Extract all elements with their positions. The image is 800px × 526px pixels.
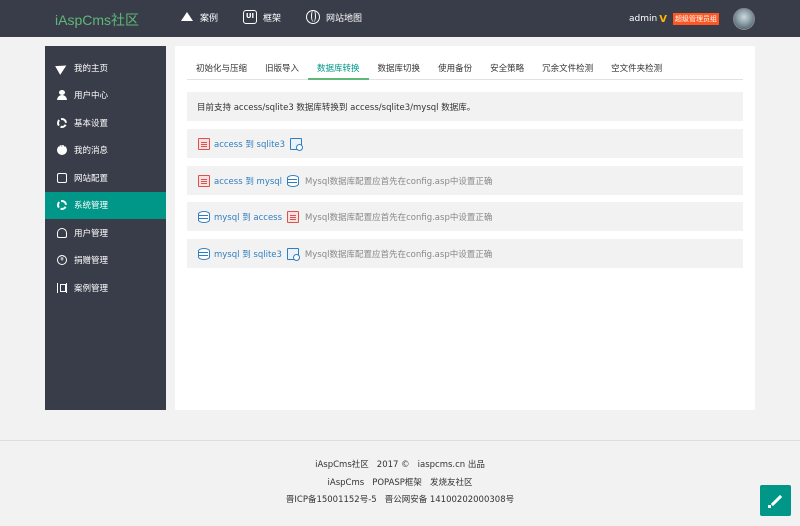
tab-db-convert[interactable]: 数据库转换	[308, 58, 369, 80]
tab-security[interactable]: 安全策略	[481, 58, 533, 80]
main-panel: 初始化与压缩 旧版导入 数据库转换 数据库切换 使用备份 安全策略 冗余文件检测…	[175, 46, 755, 410]
sidebar-item-messages[interactable]: 我的消息	[45, 137, 166, 165]
mysql-config-note: Mysql数据库配置应首先在config.asp中设置正确	[305, 176, 493, 187]
sqlite-db-icon	[290, 137, 304, 151]
sidebar-item-donation-management[interactable]: ¥ 捐赠管理	[45, 247, 166, 275]
nav-label: 框架	[263, 13, 282, 24]
nav-label: 网站地图	[326, 13, 363, 24]
sidebar-item-label: 捐赠管理	[74, 256, 109, 267]
vip-icon: V	[659, 13, 667, 25]
tab-empty-folders[interactable]: 空文件夹检测	[602, 58, 671, 80]
sidebar-item-site-config[interactable]: 网站配置	[45, 164, 166, 192]
conversion-row: mysql 到 access Mysql数据库配置应首先在config.asp中…	[187, 202, 743, 231]
sidebar-item-label: 用户管理	[74, 228, 109, 239]
conversion-row: mysql 到 sqlite3 Mysql数据库配置应首先在config.asp…	[187, 239, 743, 268]
gear-icon	[57, 117, 67, 128]
footer-link-popasp[interactable]: POPASP框架	[372, 478, 422, 488]
tab-db-switch[interactable]: 数据库切换	[369, 58, 430, 80]
mysql-db-icon	[198, 247, 210, 260]
case-icon	[57, 282, 67, 293]
sidebar-item-label: 基本设置	[74, 118, 109, 129]
site-logo[interactable]: iAspCms社区	[55, 10, 139, 30]
conversion-row: access 到 sqlite3	[187, 129, 743, 158]
footer-link-community[interactable]: 发烧友社区	[430, 478, 473, 488]
tab-redundant-files[interactable]: 冗余文件检测	[533, 58, 602, 80]
nav-label: 案例	[200, 13, 219, 24]
top-header: iAspCms社区 案例 UI 框架 网站地图 admin V 超级管理员组	[0, 0, 800, 37]
nav-item-cases[interactable]: 案例	[180, 10, 218, 24]
tab-bar: 初始化与压缩 旧版导入 数据库转换 数据库切换 使用备份 安全策略 冗余文件检测…	[187, 58, 743, 80]
mysql-db-icon	[198, 210, 210, 223]
nav-item-framework[interactable]: UI 框架	[243, 10, 281, 24]
sidebar: 我的主页 用户中心 基本设置 我的消息 网站配置 系统管理 用户管理 ¥ 捐赠管…	[45, 46, 166, 410]
sidebar-item-label: 系统管理	[74, 201, 109, 212]
sidebar-item-label: 用户中心	[74, 91, 109, 102]
plane-icon	[55, 60, 69, 75]
sidebar-item-case-management[interactable]: 案例管理	[45, 274, 166, 302]
footer-line-2: iAspCms POPASP框架 发烧友社区	[0, 476, 800, 488]
role-badge: 超级管理员组	[673, 13, 719, 25]
edit-float-button[interactable]	[760, 485, 791, 516]
top-nav: 案例 UI 框架 网站地图	[180, 10, 387, 24]
ui-icon: UI	[243, 10, 258, 24]
footer-site-name: iAspCms社区	[315, 460, 369, 470]
footer-icp[interactable]: 晋ICP备15001152号-5	[286, 495, 377, 505]
crown-icon	[180, 10, 194, 24]
sidebar-item-label: 我的主页	[74, 63, 109, 74]
person-icon	[57, 90, 67, 101]
footer-line-3: 晋ICP备15001152号-5 晋公网安备 14100202000308号	[0, 493, 800, 505]
nav-item-sitemap[interactable]: 网站地图	[306, 10, 362, 24]
info-notice: 目前支持 access/sqlite3 数据库转换到 access/sqlite…	[187, 92, 743, 121]
conversion-row: access 到 mysql Mysql数据库配置应首先在config.asp中…	[187, 166, 743, 195]
user-icon	[57, 227, 67, 238]
convert-access-to-mysql-link[interactable]: access 到 mysql	[214, 175, 282, 187]
mysql-db-icon	[287, 174, 300, 187]
convert-mysql-to-access-link[interactable]: mysql 到 access	[214, 211, 282, 223]
sidebar-item-basic-settings[interactable]: 基本设置	[45, 109, 166, 137]
footer: iAspCms社区 2017 © iaspcms.cn 出品 iAspCms POPA…	[0, 440, 800, 526]
username-link[interactable]: admin	[629, 14, 657, 24]
sidebar-item-home[interactable]: 我的主页	[45, 54, 166, 82]
tab-init-compress[interactable]: 初始化与压缩	[187, 58, 256, 80]
footer-copyright: 2017 ©	[376, 460, 410, 470]
tab-legacy-import[interactable]: 旧版导入	[256, 58, 308, 80]
user-area: admin V 超级管理员组	[629, 8, 755, 30]
footer-site-link[interactable]: iaspcms.cn 出品	[418, 460, 485, 470]
sqlite-db-icon	[286, 247, 300, 261]
camera-icon	[57, 172, 67, 183]
globe-icon	[306, 10, 321, 24]
chat-icon	[57, 142, 67, 156]
sidebar-item-label: 我的消息	[74, 146, 109, 157]
tab-backup[interactable]: 使用备份	[429, 58, 481, 80]
yen-icon: ¥	[57, 255, 67, 266]
footer-line-1: iAspCms社区 2017 © iaspcms.cn 出品	[0, 458, 800, 470]
sidebar-item-label: 网站配置	[74, 173, 109, 184]
avatar[interactable]	[733, 8, 755, 30]
footer-link-iaspcms[interactable]: iAspCms	[328, 478, 365, 488]
access-db-icon	[198, 137, 210, 150]
sidebar-item-system-management[interactable]: 系统管理	[45, 191, 166, 219]
convert-mysql-to-sqlite3-link[interactable]: mysql 到 sqlite3	[214, 248, 282, 260]
sidebar-item-label: 案例管理	[74, 283, 109, 294]
convert-access-to-sqlite3-link[interactable]: access 到 sqlite3	[214, 138, 285, 150]
access-db-icon	[198, 174, 210, 187]
mysql-config-note: Mysql数据库配置应首先在config.asp中设置正确	[305, 212, 493, 223]
mysql-config-note: Mysql数据库配置应首先在config.asp中设置正确	[304, 249, 493, 260]
footer-police-record[interactable]: 晋公网安备 14100202000308号	[385, 495, 514, 505]
sidebar-item-user-center[interactable]: 用户中心	[45, 82, 166, 110]
sidebar-item-user-management[interactable]: 用户管理	[45, 219, 166, 247]
access-db-icon	[287, 210, 300, 223]
gear-icon	[57, 200, 67, 211]
